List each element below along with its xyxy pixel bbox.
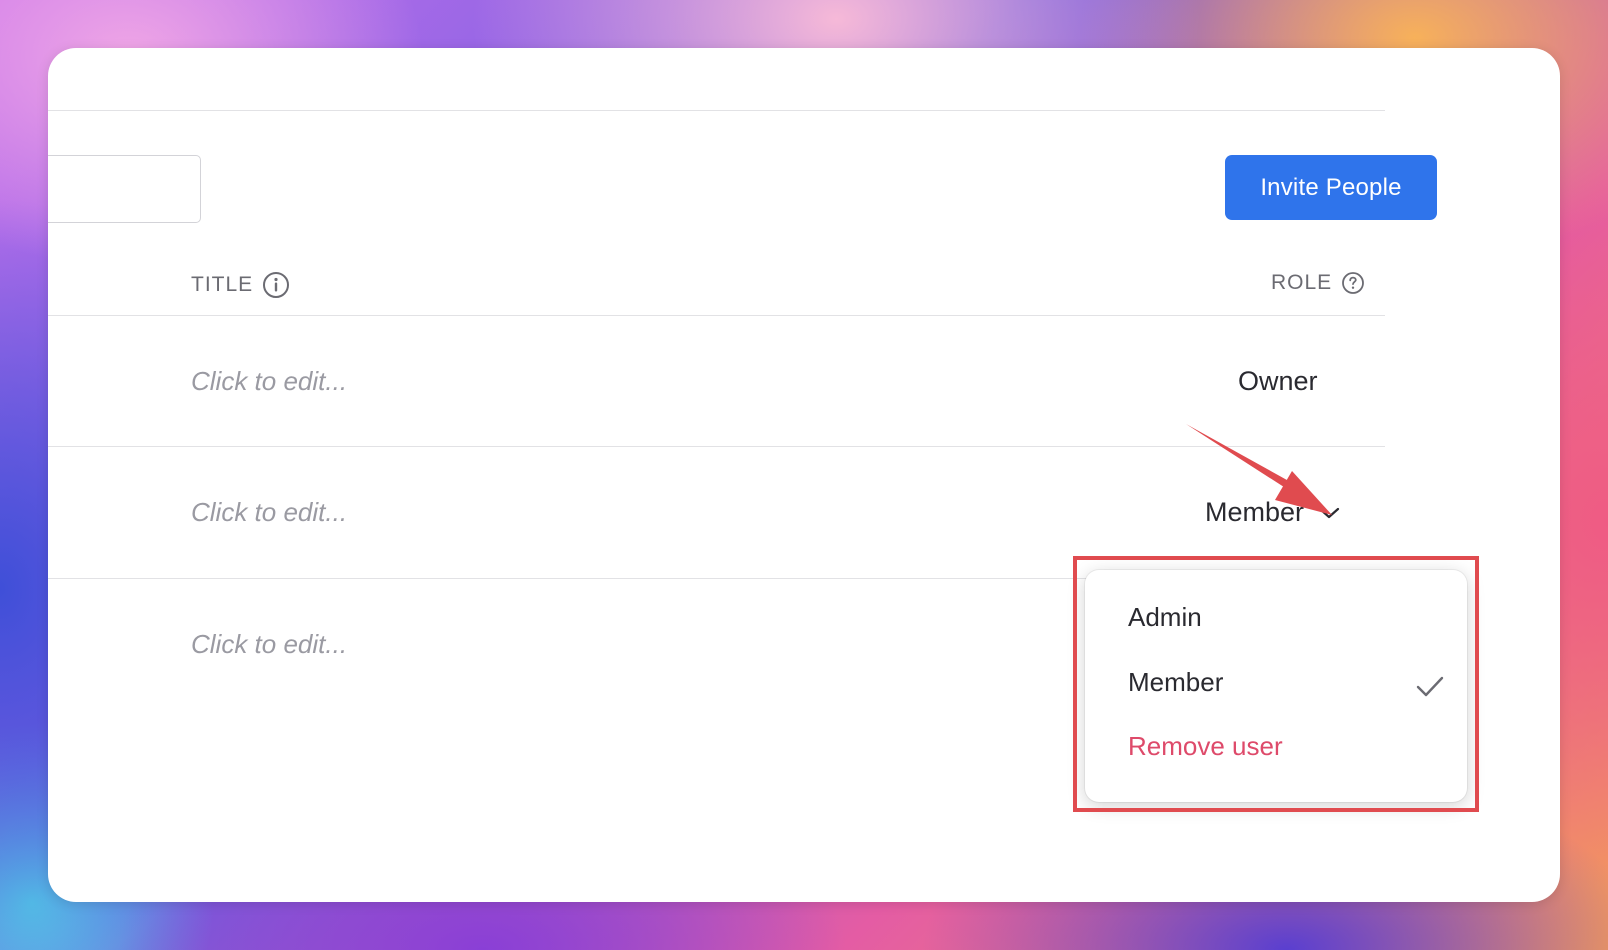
annotation-arrow-icon (1186, 424, 1332, 515)
annotation-highlight-box (1073, 556, 1479, 812)
top-divider (48, 110, 1385, 111)
column-header-title: TITLE (191, 271, 290, 299)
column-header-title-label: TITLE (191, 273, 254, 296)
title-cell-row-1[interactable]: Click to edit... (191, 366, 347, 397)
invite-people-button[interactable]: Invite People (1225, 155, 1437, 220)
header-divider (48, 315, 1385, 316)
title-cell-row-3[interactable]: Click to edit... (191, 629, 347, 660)
search-input[interactable] (48, 155, 201, 223)
title-cell-row-2[interactable]: Click to edit... (191, 497, 347, 528)
column-header-role-label: ROLE (1271, 271, 1333, 294)
help-icon[interactable] (1341, 271, 1365, 295)
role-cell-row-1: Owner (1238, 366, 1318, 396)
info-icon[interactable] (262, 271, 290, 299)
column-header-role: ROLE (1271, 271, 1365, 295)
